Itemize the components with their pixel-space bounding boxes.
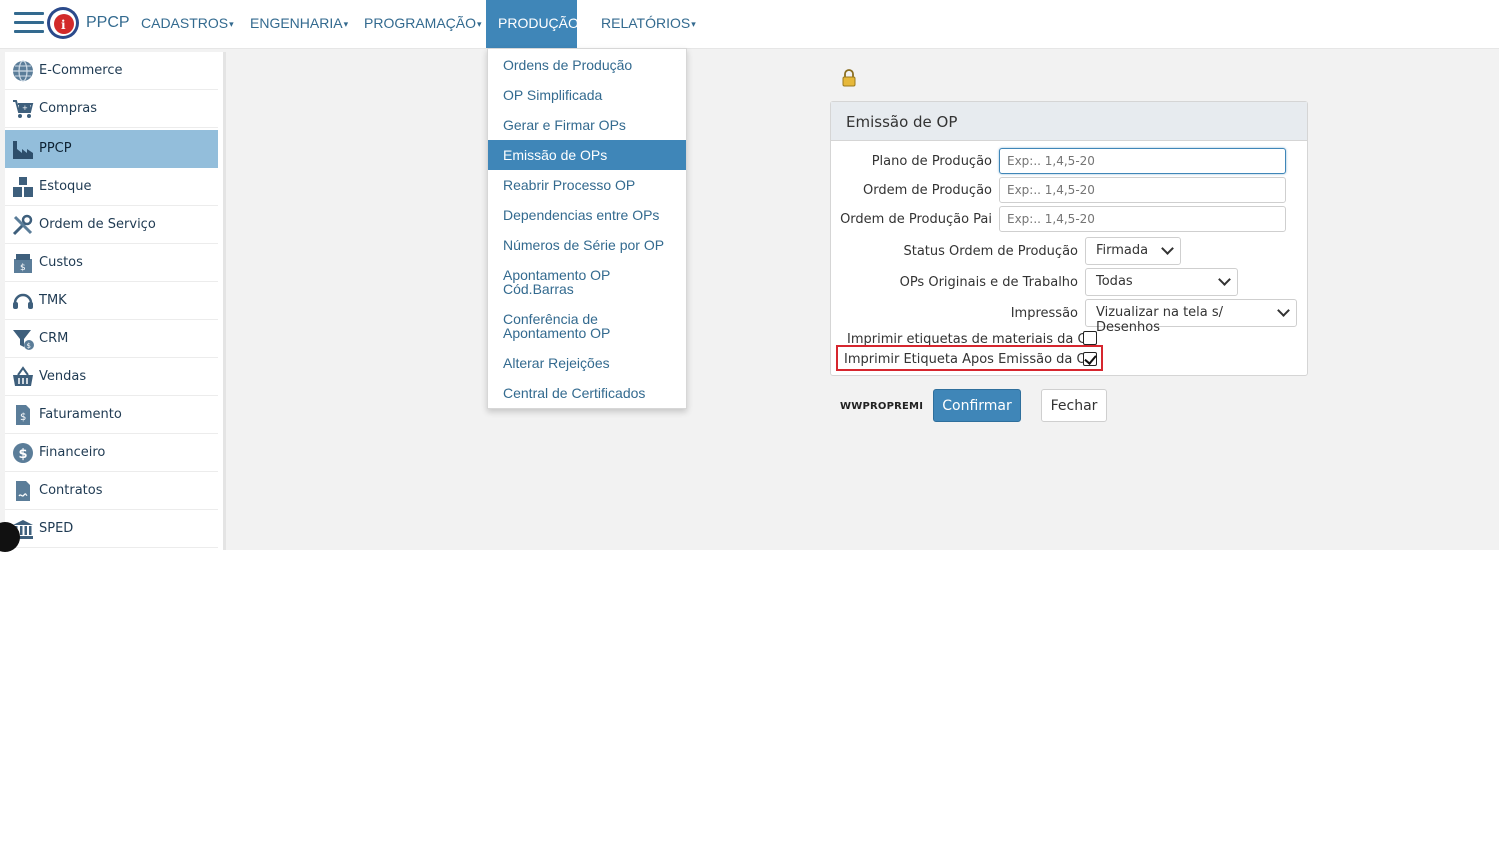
menu-producao[interactable]: PRODUÇÃO▾ (486, 0, 584, 48)
funnel-icon: $ (13, 330, 34, 350)
ordem-producao-label: Ordem de Produção (863, 183, 992, 198)
caret-down-icon: ▾ (691, 19, 696, 29)
close-button[interactable]: Fechar (1041, 389, 1107, 422)
status-op-select[interactable]: Firmada (1085, 237, 1181, 265)
status-op-label: Status Ordem de Produção (903, 244, 1078, 259)
menu-programacao[interactable]: PROGRAMAÇÃO▾ (364, 0, 482, 48)
basket-icon (13, 366, 33, 386)
sidebar-item-tmk[interactable]: TMK (5, 282, 218, 320)
sidebar-item-vendas[interactable]: Vendas (5, 358, 218, 396)
ordem-producao-pai-input[interactable] (999, 206, 1286, 232)
menu-item-reabrir-processo-op[interactable]: Reabrir Processo OP (488, 178, 686, 194)
form-code: WWPROPREMI (840, 401, 924, 412)
confirm-button[interactable]: Confirmar (933, 389, 1021, 422)
ops-originais-select[interactable]: Todas (1085, 268, 1238, 296)
menu-item-dependencias-ops[interactable]: Dependencias entre OPs (488, 208, 686, 224)
chevron-down-icon (1218, 273, 1231, 286)
svg-text:+: + (22, 104, 28, 112)
chevron-down-icon (1161, 242, 1174, 255)
ordem-producao-pai-label: Ordem de Produção Pai (840, 212, 992, 227)
boxes-icon (13, 177, 33, 197)
caret-down-icon: ▾ (579, 19, 585, 29)
caret-down-icon: ▾ (343, 19, 349, 29)
sidebar-item-financeiro[interactable]: $ Financeiro (5, 434, 218, 472)
menu-item-conferencia-apontamento-op[interactable]: Conferência de Apontamento OP (488, 312, 686, 342)
emissao-op-panel: Emissão de OP Plano de Produção Ordem de… (830, 101, 1308, 376)
plano-producao-label: Plano de Produção (871, 154, 992, 169)
menu-item-numeros-serie-op[interactable]: Números de Série por OP (488, 238, 686, 254)
sidebar: E-Commerce + Compras PPCP Estoque Ordem … (5, 52, 226, 550)
invoice-icon: $ (16, 405, 30, 425)
svg-text:$: $ (20, 263, 26, 273)
panel-title: Emissão de OP (846, 113, 958, 131)
sidebar-item-faturamento[interactable]: $ Faturamento (5, 396, 218, 434)
menu-item-ordens-producao[interactable]: Ordens de Produção (488, 58, 686, 74)
dollar-icon: $ (13, 443, 33, 463)
sidebar-item-ecommerce[interactable]: E-Commerce (5, 52, 218, 90)
menu-item-op-simplificada[interactable]: OP Simplificada (488, 88, 686, 104)
globe-icon (13, 60, 33, 82)
svg-text:$: $ (27, 342, 31, 350)
ordem-producao-input[interactable] (999, 177, 1286, 203)
headset-icon (13, 293, 33, 309)
menu-item-apontamento-op-codbarras[interactable]: Apontamento OP Cód.Barras (488, 268, 686, 298)
menu-engenharia[interactable]: ENGENHARIA▾ (250, 0, 348, 48)
menu-cadastros[interactable]: CADASTROS▾ (141, 0, 234, 48)
sidebar-item-custos[interactable]: $ Custos (5, 244, 218, 282)
producao-dropdown-menu: Ordens de Produção OP Simplificada Gerar… (487, 48, 687, 409)
imprimir-etiquetas-materiais-checkbox[interactable] (1083, 331, 1097, 345)
sidebar-item-ppcp[interactable]: PPCP (5, 130, 218, 168)
caret-down-icon: ▾ (229, 19, 234, 29)
app-name: PPCP (86, 14, 130, 31)
menu-item-central-certificados[interactable]: Central de Certificados (488, 386, 686, 402)
svg-text:$: $ (20, 412, 26, 423)
lock-icon[interactable] (842, 69, 856, 87)
factory-icon (13, 141, 33, 159)
impressao-label: Impressão (1010, 306, 1078, 321)
menu-item-gerar-firmar-ops[interactable]: Gerar e Firmar OPs (488, 118, 686, 134)
svg-text:$: $ (19, 447, 28, 462)
menu-item-emissao-ops[interactable]: Emissão de OPs (488, 140, 686, 170)
svg-text:i: i (61, 18, 66, 32)
ops-originais-label: OPs Originais e de Trabalho (899, 275, 1078, 290)
sidebar-item-compras[interactable]: + Compras (5, 90, 218, 128)
menu-relatorios[interactable]: RELATÓRIOS▾ (601, 0, 696, 48)
panel-header: Emissão de OP (831, 102, 1307, 141)
top-navbar: i PPCP CADASTROS▾ ENGENHARIA▾ PROGRAMAÇÃ… (0, 0, 1499, 49)
sidebar-item-sped[interactable]: SPED (5, 510, 218, 548)
sidebar-item-contratos[interactable]: Contratos (5, 472, 218, 510)
contract-icon (16, 481, 30, 501)
chevron-down-icon (1277, 304, 1290, 317)
cash-box-icon: $ (14, 254, 32, 273)
highlight-box (836, 345, 1103, 371)
hamburger-menu-icon[interactable] (14, 10, 44, 36)
cart-icon: + (13, 100, 34, 118)
sidebar-item-ordem-servico[interactable]: Ordem de Serviço (5, 206, 218, 244)
sidebar-item-estoque[interactable]: Estoque (5, 168, 218, 206)
company-logo: i (47, 7, 79, 39)
sidebar-item-crm[interactable]: $ CRM (5, 320, 218, 358)
caret-down-icon: ▾ (477, 19, 482, 29)
menu-item-alterar-rejeicoes[interactable]: Alterar Rejeições (488, 356, 686, 372)
plano-producao-input[interactable] (999, 148, 1286, 174)
tools-icon (12, 214, 33, 236)
impressao-select[interactable]: Vizualizar na tela s/ Desenhos (1085, 299, 1297, 335)
